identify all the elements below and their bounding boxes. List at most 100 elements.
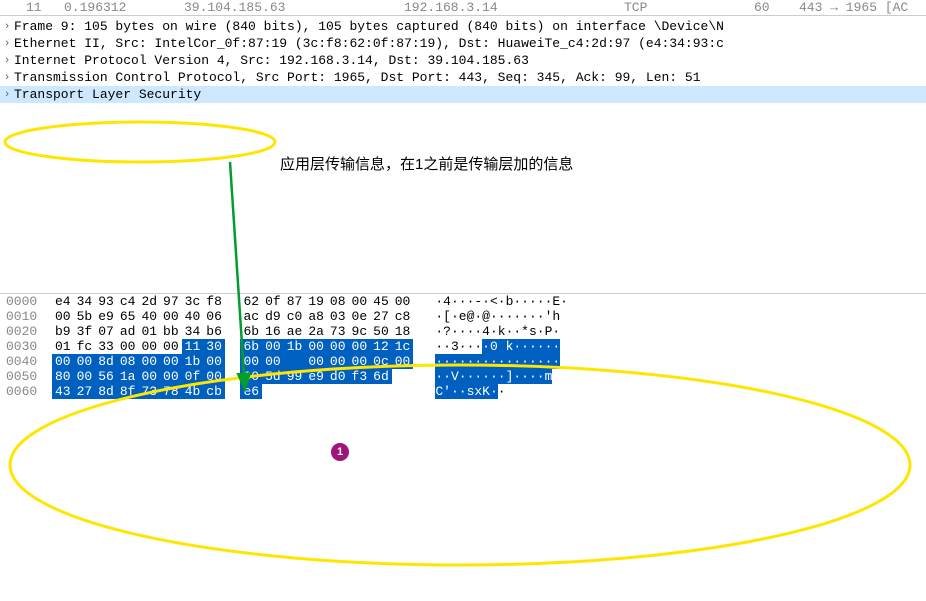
hex-byte[interactable]: ae (284, 324, 306, 339)
packet-details-pane[interactable]: › Frame 9: 105 bytes on wire (840 bits),… (0, 16, 926, 105)
hex-byte[interactable]: 00 (327, 354, 349, 369)
expander-icon[interactable]: › (0, 55, 14, 67)
hex-byte[interactable]: 62 (240, 294, 262, 309)
hex-byte[interactable]: ad (117, 324, 139, 339)
hex-row[interactable]: 003001fc330000001130 6b001b000000121c··3… (0, 339, 926, 354)
hex-byte[interactable]: 00 (262, 354, 284, 369)
hex-byte[interactable]: 34 (182, 324, 204, 339)
hex-byte[interactable]: 00 (305, 339, 327, 354)
hex-byte[interactable]: f8 (203, 294, 225, 309)
hex-byte[interactable]: e4 (52, 294, 74, 309)
hex-byte[interactable]: 00 (160, 339, 182, 354)
hex-byte[interactable]: 0e (349, 309, 371, 324)
hex-byte[interactable]: 40 (182, 309, 204, 324)
hex-byte[interactable]: 12 (370, 339, 392, 354)
hex-dump-pane[interactable]: 0000e43493c42d973cf8 620f871908004500·4·… (0, 293, 926, 399)
hex-byte[interactable] (284, 384, 306, 399)
detail-tcp[interactable]: › Transmission Control Protocol, Src Por… (0, 69, 926, 86)
hex-row[interactable]: 0000e43493c42d973cf8 620f871908004500·4·… (0, 294, 926, 309)
hex-byte[interactable]: 00 (74, 369, 96, 384)
packet-row[interactable]: 11 0.196312 39.104.185.63 192.168.3.14 T… (0, 0, 926, 15)
hex-row[interactable]: 006043278d8f73784bcb e6 C'··sxK·· (0, 384, 926, 399)
hex-byte[interactable]: 99 (284, 369, 306, 384)
hex-byte[interactable]: d0 (327, 369, 349, 384)
expander-icon[interactable]: › (0, 21, 14, 33)
hex-byte[interactable]: fc (74, 339, 96, 354)
hex-byte[interactable]: 00 (240, 354, 262, 369)
hex-byte[interactable]: a8 (305, 309, 327, 324)
hex-byte[interactable]: bb (160, 324, 182, 339)
hex-byte[interactable]: e9 (305, 369, 327, 384)
detail-frame[interactable]: › Frame 9: 105 bytes on wire (840 bits),… (0, 18, 926, 35)
hex-byte[interactable]: f3 (349, 369, 371, 384)
hex-row[interactable]: 004000008d0800001b00 0000 0000000c00····… (0, 354, 926, 369)
hex-byte[interactable]: ac (240, 309, 262, 324)
hex-byte[interactable]: 00 (138, 369, 160, 384)
hex-byte[interactable]: 3f (74, 324, 96, 339)
hex-byte[interactable]: 03 (327, 309, 349, 324)
hex-byte[interactable]: 08 (327, 294, 349, 309)
hex-byte[interactable]: 2a (305, 324, 327, 339)
hex-byte[interactable]: 00 (160, 369, 182, 384)
hex-byte[interactable]: 5b (74, 309, 96, 324)
hex-byte[interactable]: 27 (370, 309, 392, 324)
hex-byte[interactable]: 00 (392, 294, 414, 309)
hex-byte[interactable]: 00 (117, 339, 139, 354)
hex-byte[interactable]: 00 (240, 369, 262, 384)
hex-byte[interactable]: 65 (117, 309, 139, 324)
hex-byte[interactable]: 73 (327, 324, 349, 339)
hex-byte[interactable]: 00 (349, 294, 371, 309)
hex-byte[interactable]: 01 (138, 324, 160, 339)
hex-byte[interactable]: 00 (160, 309, 182, 324)
hex-row[interactable]: 0010005be96540004006 acd9c0a8030e27c8·[·… (0, 309, 926, 324)
hex-byte[interactable]: 8d (95, 384, 117, 399)
hex-byte[interactable]: 27 (74, 384, 96, 399)
hex-byte[interactable]: 00 (349, 339, 371, 354)
hex-byte[interactable]: 00 (392, 354, 414, 369)
hex-byte[interactable]: e9 (95, 309, 117, 324)
hex-byte[interactable]: 00 (74, 354, 96, 369)
hex-byte[interactable]: 08 (117, 354, 139, 369)
hex-byte[interactable]: 30 (203, 339, 225, 354)
hex-byte[interactable]: 00 (52, 309, 74, 324)
hex-row[interactable]: 00508000561a00000f00 005d99e9d0f36d ··V·… (0, 369, 926, 384)
hex-byte[interactable]: 45 (370, 294, 392, 309)
detail-ip[interactable]: › Internet Protocol Version 4, Src: 192.… (0, 52, 926, 69)
hex-byte[interactable]: 33 (95, 339, 117, 354)
hex-byte[interactable]: 8f (117, 384, 139, 399)
hex-byte[interactable]: b9 (52, 324, 74, 339)
hex-byte[interactable] (392, 369, 414, 384)
expander-icon[interactable]: › (0, 72, 14, 84)
hex-byte[interactable] (392, 384, 414, 399)
hex-byte[interactable]: 00 (160, 354, 182, 369)
hex-row[interactable]: 0020b93f07ad01bb34b6 6b16ae2a739c5018·?·… (0, 324, 926, 339)
hex-byte[interactable]: 34 (74, 294, 96, 309)
detail-tls[interactable]: › Transport Layer Security (0, 86, 926, 103)
hex-byte[interactable]: 80 (52, 369, 74, 384)
hex-byte[interactable]: 19 (305, 294, 327, 309)
hex-byte[interactable]: 00 (305, 354, 327, 369)
hex-byte[interactable]: 18 (392, 324, 414, 339)
hex-byte[interactable]: c4 (117, 294, 139, 309)
hex-byte[interactable] (305, 384, 327, 399)
hex-byte[interactable]: 6b (240, 324, 262, 339)
hex-byte[interactable] (262, 384, 284, 399)
hex-byte[interactable]: 06 (203, 309, 225, 324)
hex-byte[interactable]: 16 (262, 324, 284, 339)
hex-byte[interactable] (327, 384, 349, 399)
hex-byte[interactable]: 00 (203, 369, 225, 384)
hex-byte[interactable]: 6d (370, 369, 392, 384)
detail-ethernet[interactable]: › Ethernet II, Src: IntelCor_0f:87:19 (3… (0, 35, 926, 52)
hex-byte[interactable]: 73 (138, 384, 160, 399)
hex-byte[interactable]: c0 (284, 309, 306, 324)
hex-byte[interactable]: 56 (95, 369, 117, 384)
hex-byte[interactable]: 00 (349, 354, 371, 369)
hex-byte[interactable]: 1a (117, 369, 139, 384)
hex-byte[interactable]: 8d (95, 354, 117, 369)
hex-byte[interactable]: 40 (138, 309, 160, 324)
hex-byte[interactable]: 50 (370, 324, 392, 339)
hex-byte[interactable]: 9c (349, 324, 371, 339)
hex-byte[interactable]: 00 (138, 339, 160, 354)
hex-byte[interactable] (370, 384, 392, 399)
hex-byte[interactable]: b6 (203, 324, 225, 339)
